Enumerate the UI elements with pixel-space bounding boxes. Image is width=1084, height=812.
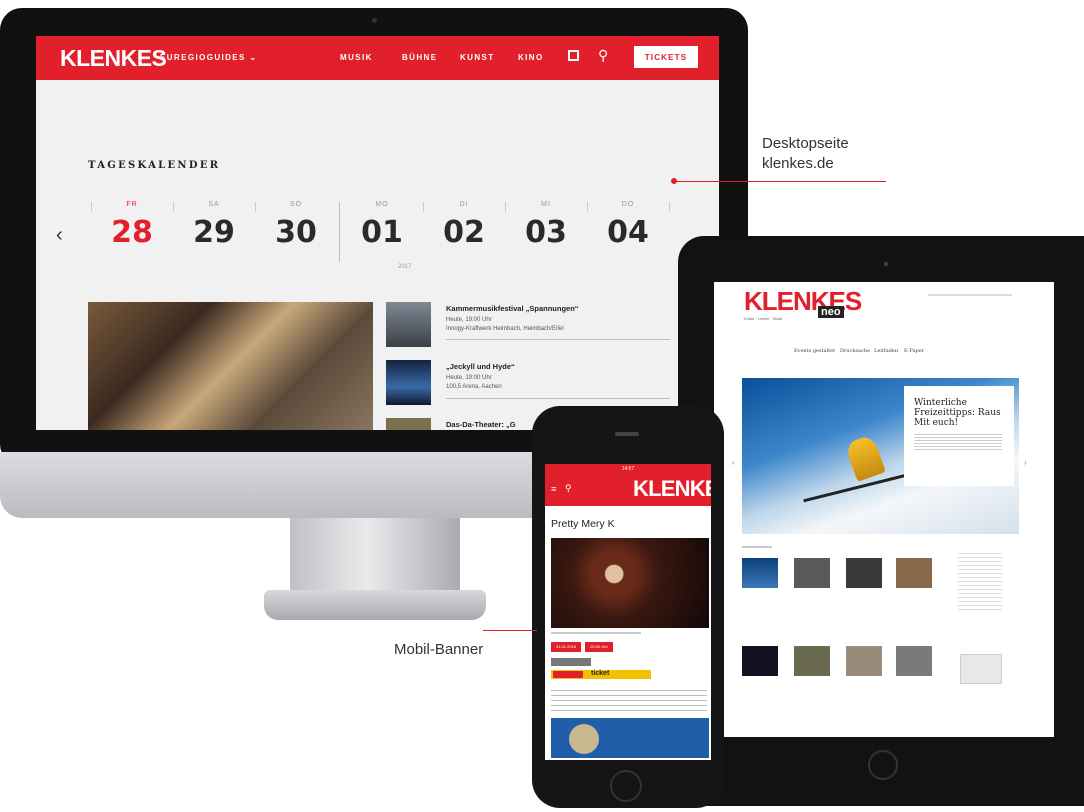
banner-logo (553, 671, 583, 678)
nav-kunst[interactable]: KUNST (460, 53, 495, 62)
phone-screen: 14:57 ≡ ⚲ KLENKES Pretty Mery K 31.01.20… (545, 464, 711, 760)
desktop-navbar: KLENKES EUREGIOGUIDES ⌄ MUSIK BÜHNE KUNS… (36, 36, 719, 80)
status-bar: 14:57 (545, 464, 711, 474)
banner-text: ticket (591, 670, 610, 677)
calendar-day[interactable]: MO 01 (341, 201, 423, 250)
event-thumbnail[interactable] (386, 418, 431, 430)
site-logo[interactable]: KLENKES (744, 286, 862, 317)
divider (669, 202, 670, 212)
article-title: Pretty Mery K (551, 518, 615, 530)
search-icon[interactable]: ⚲ (565, 483, 572, 494)
article-thumbnail[interactable] (794, 558, 830, 588)
calendar-heading: TAGESKALENDER (88, 160, 221, 171)
calendar-day[interactable]: FR 28 (91, 201, 173, 250)
article-thumbnail[interactable] (846, 646, 882, 676)
event-venue: 100,5 Arena, Aachen (446, 384, 502, 390)
tag-badge[interactable] (551, 658, 591, 666)
chevron-left-icon[interactable]: ‹ (732, 458, 735, 467)
nav-item[interactable]: Leitfaden (874, 348, 898, 354)
callout-desktop: Desktopseite klenkes.de (762, 135, 849, 172)
nav-item[interactable]: Drucksache (840, 348, 870, 354)
section-label (742, 546, 772, 548)
search-icon[interactable]: ⚲ (598, 47, 608, 64)
home-button[interactable] (868, 750, 898, 780)
top-links[interactable] (928, 294, 1012, 296)
ad-image (569, 724, 599, 754)
site-logo[interactable]: KLENKES (633, 476, 711, 502)
sidebar-ad[interactable] (960, 654, 1002, 684)
callout-line (676, 181, 886, 182)
event-title[interactable]: Das-Da-Theater: „G (446, 420, 516, 429)
article-thumbnail[interactable] (896, 646, 932, 676)
calendar-day[interactable]: SO 30 (255, 201, 337, 250)
divider (446, 398, 670, 399)
event-thumbnail[interactable] (386, 302, 431, 347)
sidebar-text (958, 550, 1002, 610)
time-button[interactable]: 20:00 Uhr (585, 642, 613, 652)
article-thumbnail[interactable] (896, 558, 932, 588)
callout-line (483, 630, 537, 631)
date-button[interactable]: 31.01.2018 (551, 642, 581, 652)
event-title[interactable]: „Jeckyll und Hyde“ (446, 362, 515, 371)
desktop-screen: KLENKES EUREGIOGUIDES ⌄ MUSIK BÜHNE KUNS… (36, 36, 719, 430)
calendar-day[interactable]: DI 02 (423, 201, 505, 250)
callout-mobile: Mobil-Banner (394, 641, 484, 658)
nav-euregioguides[interactable]: EUREGIOGUIDES ⌄ (160, 53, 258, 62)
skier (844, 434, 886, 482)
article-body (551, 686, 707, 712)
event-time: Heute, 19:00 Uhr (446, 375, 492, 381)
event-venue: Innogy-Kraftwerk Heimbach, Heimbach/Eife… (446, 326, 564, 332)
nav-item[interactable]: E-Paper (904, 348, 924, 354)
tagline: Kultur · Leben · Stadt (744, 316, 783, 321)
calendar-day[interactable]: MI 03 (505, 201, 587, 250)
calendar-day[interactable]: SA 29 (173, 201, 255, 250)
menu-icon[interactable]: ≡ (551, 484, 556, 494)
month-separator (339, 202, 340, 262)
neo-badge: neo (818, 306, 844, 318)
tickets-button[interactable]: TICKETS (634, 46, 698, 68)
nav-musik[interactable]: MUSIK (340, 53, 373, 62)
calendar-icon[interactable] (568, 50, 579, 61)
image-caption (551, 632, 641, 634)
hero-text (914, 432, 1002, 450)
article-thumbnail[interactable] (742, 558, 778, 588)
imac-foot (264, 590, 486, 620)
event-title[interactable]: Kammermusikfestival „Spannungen“ (446, 304, 579, 313)
nav-kino[interactable]: KINO (518, 53, 544, 62)
home-button[interactable] (610, 770, 642, 802)
camera-icon (372, 18, 377, 23)
article-image[interactable] (551, 538, 709, 628)
event-thumbnail[interactable] (386, 360, 431, 405)
imac-stand (290, 518, 460, 596)
tablet-screen: KLENKES neo Kultur · Leben · Stadt Event… (714, 282, 1054, 737)
divider (446, 339, 670, 340)
article-thumbnail[interactable] (794, 646, 830, 676)
year-label: 2017 (398, 264, 412, 270)
event-time: Heute, 19:00 Uhr (446, 317, 492, 323)
camera-icon (884, 262, 888, 266)
calendar-day[interactable]: DO 04 (587, 201, 669, 250)
article-thumbnail[interactable] (742, 646, 778, 676)
nav-item[interactable]: Events gestaltet (794, 348, 835, 354)
chevron-right-icon[interactable]: › (1024, 458, 1027, 467)
speaker (615, 432, 639, 436)
featured-event-image[interactable] (88, 302, 373, 430)
mobile-ad[interactable] (551, 718, 709, 758)
chevron-down-icon: ⌄ (249, 53, 258, 62)
hero-title[interactable]: Winterliche Freizeittipps: Raus Mit euch… (914, 398, 1004, 428)
chevron-left-icon[interactable]: ‹ (56, 224, 63, 247)
article-thumbnail[interactable] (846, 558, 882, 588)
site-logo[interactable]: KLENKES (60, 45, 167, 72)
nav-buehne[interactable]: BÜHNE (402, 53, 437, 62)
ticket-banner[interactable]: ticket (551, 670, 651, 679)
